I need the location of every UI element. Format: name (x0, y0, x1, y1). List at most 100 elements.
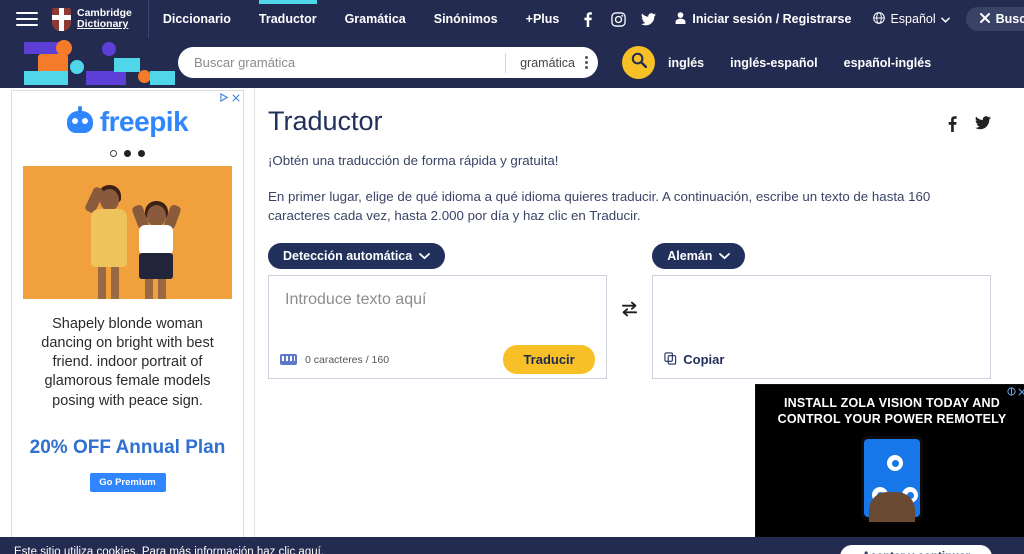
nav-item-sinonimos[interactable]: Sinónimos (420, 0, 512, 38)
ad-cta-button[interactable]: Go Premium (89, 472, 166, 492)
source-textarea-container[interactable]: Introduce texto aquí 0 caracteres / 160 … (268, 274, 607, 379)
banner-ad-wrapper: INSTALL ZOLA VISION TODAY AND CONTROL YO… (510, 384, 1024, 554)
ad-photo (23, 166, 232, 299)
login-register-button[interactable]: Iniciar sesión / Registrarse (663, 11, 863, 27)
left-advertisement[interactable]: freepik Shapely blonde woman dancing on … (11, 90, 244, 545)
copy-button[interactable]: Copiar (664, 351, 725, 368)
chevron-down-icon (719, 249, 731, 263)
nav-right-group: Iniciar sesión / Registrarse Español Bus… (573, 0, 1024, 42)
close-icon[interactable] (232, 93, 240, 104)
twitter-share-icon[interactable] (975, 116, 991, 137)
source-panel: Detección automática Introduce texto aqu… (268, 242, 607, 379)
primary-nav: Diccionario Traductor Gramática Sinónimo… (149, 0, 574, 38)
target-textarea-container[interactable]: Copiar (652, 274, 992, 379)
ad-model-left (84, 181, 135, 299)
quick-link-espanol-ingles[interactable]: español-inglés (844, 56, 932, 70)
globe-icon (873, 11, 886, 27)
copy-label: Copiar (683, 352, 725, 368)
hand-illustration (869, 492, 915, 523)
page-instructions: En primer lugar, elige de qué idioma a q… (268, 189, 931, 224)
hamburger-bar (16, 12, 38, 14)
chevron-down-icon (940, 12, 950, 26)
top-navigation-bar: Cambridge Dictionary Diccionario Traduct… (0, 0, 1024, 42)
search-scope[interactable]: gramática (506, 56, 598, 70)
carousel-dot[interactable] (138, 150, 145, 157)
nav-item-plus[interactable]: +Plus (512, 0, 574, 38)
adchoices-icon (220, 92, 229, 104)
translator-widget: Detección automática Introduce texto aqu… (268, 242, 992, 379)
dictionary-quick-links: inglés inglés-español español-inglés (668, 38, 931, 88)
main-content: Traductor ¡Obtén una traducción de forma… (255, 88, 1024, 554)
instagram-icon[interactable] (603, 0, 633, 38)
ad-offer-headline: 20% OFF Annual Plan (29, 436, 226, 458)
source-panel-footer: 0 caracteres / 160 Traducir (269, 342, 606, 378)
cambridge-crest-icon (52, 7, 71, 31)
kebab-menu-icon[interactable] (585, 56, 588, 69)
freepik-wordmark: freepik (99, 106, 189, 137)
cookie-accept-button[interactable]: Aceptar y continuar (840, 545, 992, 554)
source-language-label: Detección automática (283, 248, 413, 263)
login-register-label: Iniciar sesión / Registrarse (692, 12, 852, 26)
page-header: Traductor (268, 106, 991, 137)
search-icon (631, 52, 647, 73)
ad-caption: Shapely blonde woman dancing on bright w… (41, 316, 214, 409)
twitter-icon[interactable] (633, 0, 663, 38)
hamburger-bar (16, 24, 38, 26)
target-panel: Alemán Copiar (652, 242, 992, 379)
cookie-consent-text: Este sitio utiliza cookies. Para más inf… (14, 546, 324, 554)
search-input[interactable] (178, 55, 506, 70)
target-language-selector[interactable]: Alemán (652, 242, 746, 269)
banner-advertisement[interactable]: INSTALL ZOLA VISION TODAY AND CONTROL YO… (755, 384, 1024, 554)
language-label: Español (890, 12, 936, 26)
site-logo[interactable]: Cambridge Dictionary (52, 0, 149, 38)
nav-item-gramatica[interactable]: Gramática (331, 0, 420, 38)
close-icon[interactable] (1018, 387, 1024, 398)
nav-left-group: Cambridge Dictionary Diccionario Traduct… (0, 0, 573, 38)
language-selector[interactable]: Español (863, 11, 959, 27)
close-icon (979, 12, 990, 26)
quick-link-ingles[interactable]: inglés (668, 56, 704, 70)
facebook-share-icon[interactable] (948, 116, 957, 137)
facebook-icon[interactable] (573, 0, 603, 38)
cookie-consent-bar: Este sitio utiliza cookies. Para más inf… (0, 537, 1024, 554)
search-scope-label: gramática (520, 55, 575, 70)
carousel-dot[interactable] (110, 150, 117, 157)
brand-line-2: Dictionary (77, 18, 129, 30)
page-lede: ¡Obtén una traducción de forma rápida y … (268, 153, 559, 168)
hamburger-menu-icon[interactable] (16, 12, 38, 26)
nav-item-traductor[interactable]: Traductor (245, 0, 331, 38)
adchoices-control[interactable] (220, 92, 240, 104)
copy-icon (664, 351, 677, 368)
adchoices-control[interactable] (1007, 387, 1024, 398)
adchoices-icon (1007, 387, 1016, 398)
search-submit-button[interactable] (622, 46, 655, 79)
source-language-selector[interactable]: Detección automática (268, 242, 446, 269)
search-toggle-label: Buscar (995, 12, 1024, 26)
nav-item-diccionario[interactable]: Diccionario (149, 0, 245, 38)
character-counter: 0 caracteres / 160 (305, 353, 390, 366)
target-language-label: Alemán (667, 248, 713, 263)
left-ad-rail: freepik Shapely blonde woman dancing on … (0, 88, 255, 554)
carousel-dot[interactable] (124, 150, 131, 157)
decorative-shapes (0, 38, 175, 88)
network-node (887, 455, 903, 472)
ad-carousel-dots[interactable] (12, 150, 243, 157)
translate-button[interactable]: Traducir (503, 345, 595, 375)
keyboard-icon[interactable] (280, 354, 297, 366)
freepik-mark (66, 106, 93, 133)
target-panel-footer: Copiar (653, 342, 990, 378)
ad-model-right (131, 191, 183, 299)
swap-languages-icon[interactable] (607, 243, 653, 317)
share-icons (948, 106, 991, 137)
freepik-logo-icon: freepik (12, 96, 243, 148)
banner-phone-illustration: ZOLA (861, 436, 923, 523)
hamburger-bar (16, 18, 38, 20)
search-toggle-button[interactable]: Buscar (965, 7, 1024, 42)
page-title: Traductor (268, 106, 383, 136)
search-bar-panel: gramática inglés inglés-español español-… (0, 38, 1024, 88)
user-icon (675, 11, 686, 27)
search-field-container: gramática (178, 47, 598, 78)
quick-link-ingles-espanol[interactable]: inglés-español (730, 56, 818, 70)
brand-wordmark: Cambridge Dictionary (77, 7, 132, 30)
chevron-down-icon (419, 249, 431, 263)
